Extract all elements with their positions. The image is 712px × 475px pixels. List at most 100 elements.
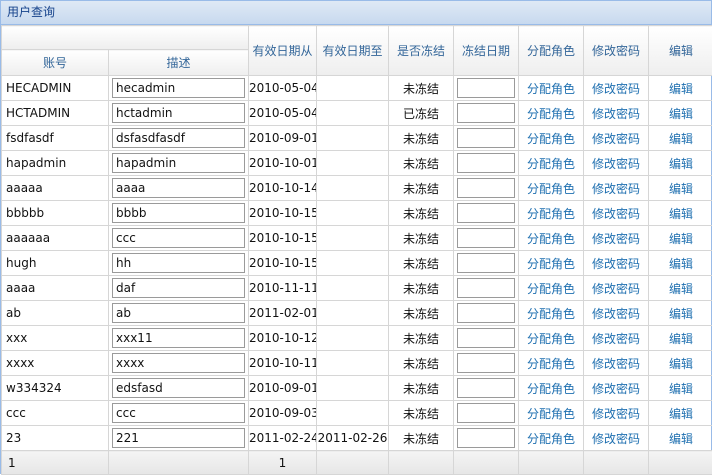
table-row[interactable]: aaaa2010-11-11未冻结分配角色修改密码编辑	[2, 276, 712, 301]
description-input[interactable]	[112, 203, 245, 223]
assign-role-link[interactable]: 分配角色	[527, 332, 575, 346]
frozen-date-input[interactable]	[457, 203, 515, 223]
frozen-date-input[interactable]	[457, 328, 515, 348]
frozen-date-input[interactable]	[457, 153, 515, 173]
edit-link[interactable]: 编辑	[669, 257, 693, 271]
description-input[interactable]	[112, 278, 245, 298]
edit-link[interactable]: 编辑	[669, 357, 693, 371]
description-input[interactable]	[112, 303, 245, 323]
change-password-link[interactable]: 修改密码	[592, 107, 640, 121]
frozen-date-input[interactable]	[457, 428, 515, 448]
change-password-link[interactable]: 修改密码	[592, 332, 640, 346]
column-header-valid-from[interactable]: 有效日期从	[249, 26, 317, 76]
description-input[interactable]	[112, 403, 245, 423]
column-header-frozen[interactable]: 是否冻结	[389, 26, 454, 76]
frozen-date-input[interactable]	[457, 353, 515, 373]
edit-link[interactable]: 编辑	[669, 107, 693, 121]
frozen-date-input[interactable]	[457, 228, 515, 248]
column-header-edit[interactable]: 编辑	[649, 26, 712, 76]
edit-link[interactable]: 编辑	[669, 132, 693, 146]
description-input[interactable]	[112, 328, 245, 348]
assign-role-link[interactable]: 分配角色	[527, 407, 575, 421]
change-password-link[interactable]: 修改密码	[592, 382, 640, 396]
assign-role-link[interactable]: 分配角色	[527, 132, 575, 146]
edit-link[interactable]: 编辑	[669, 282, 693, 296]
change-password-link[interactable]: 修改密码	[592, 282, 640, 296]
edit-link[interactable]: 编辑	[669, 382, 693, 396]
column-header-account[interactable]: 账号	[2, 50, 109, 76]
description-input[interactable]	[112, 153, 245, 173]
table-row[interactable]: 232011-02-242011-02-26未冻结分配角色修改密码编辑	[2, 426, 712, 451]
description-input[interactable]	[112, 378, 245, 398]
table-row[interactable]: fsdfasdf2010-09-01未冻结分配角色修改密码编辑	[2, 126, 712, 151]
frozen-date-input[interactable]	[457, 278, 515, 298]
table-row[interactable]: w3343242010-09-01未冻结分配角色修改密码编辑	[2, 376, 712, 401]
description-input[interactable]	[112, 128, 245, 148]
edit-link[interactable]: 编辑	[669, 332, 693, 346]
table-row[interactable]: bbbbb2010-10-15未冻结分配角色修改密码编辑	[2, 201, 712, 226]
change-password-link[interactable]: 修改密码	[592, 182, 640, 196]
table-row[interactable]: aaaaaa2010-10-15未冻结分配角色修改密码编辑	[2, 226, 712, 251]
column-header-description[interactable]: 描述	[109, 50, 249, 76]
description-input[interactable]	[112, 253, 245, 273]
assign-role-link[interactable]: 分配角色	[527, 207, 575, 221]
assign-role-link[interactable]: 分配角色	[527, 357, 575, 371]
change-password-link[interactable]: 修改密码	[592, 82, 640, 96]
change-password-link[interactable]: 修改密码	[592, 357, 640, 371]
assign-role-link[interactable]: 分配角色	[527, 182, 575, 196]
table-row[interactable]: aaaaa2010-10-14未冻结分配角色修改密码编辑	[2, 176, 712, 201]
frozen-date-input[interactable]	[457, 103, 515, 123]
assign-role-link[interactable]: 分配角色	[527, 107, 575, 121]
column-header-change-password[interactable]: 修改密码	[584, 26, 649, 76]
table-row[interactable]: hapadmin2010-10-01未冻结分配角色修改密码编辑	[2, 151, 712, 176]
frozen-date-input[interactable]	[457, 128, 515, 148]
change-password-link[interactable]: 修改密码	[592, 232, 640, 246]
change-password-link[interactable]: 修改密码	[592, 307, 640, 321]
description-input[interactable]	[112, 428, 245, 448]
assign-role-link[interactable]: 分配角色	[527, 82, 575, 96]
edit-link[interactable]: 编辑	[669, 182, 693, 196]
assign-role-link[interactable]: 分配角色	[527, 232, 575, 246]
assign-role-link[interactable]: 分配角色	[527, 157, 575, 171]
description-input[interactable]	[112, 353, 245, 373]
frozen-date-input[interactable]	[457, 403, 515, 423]
frozen-date-input[interactable]	[457, 253, 515, 273]
column-header-frozen-date[interactable]: 冻结日期	[454, 26, 519, 76]
assign-role-link[interactable]: 分配角色	[527, 307, 575, 321]
assign-role-link[interactable]: 分配角色	[527, 382, 575, 396]
change-password-link[interactable]: 修改密码	[592, 207, 640, 221]
assign-role-link[interactable]: 分配角色	[527, 257, 575, 271]
description-input[interactable]	[112, 228, 245, 248]
table-row[interactable]: ab2011-02-01未冻结分配角色修改密码编辑	[2, 301, 712, 326]
table-row[interactable]: HCTADMIN2010-05-04已冻结分配角色修改密码编辑	[2, 101, 712, 126]
change-password-link[interactable]: 修改密码	[592, 132, 640, 146]
frozen-date-input[interactable]	[457, 178, 515, 198]
description-input[interactable]	[112, 178, 245, 198]
edit-link[interactable]: 编辑	[669, 407, 693, 421]
description-input[interactable]	[112, 103, 245, 123]
frozen-date-input[interactable]	[457, 303, 515, 323]
description-input[interactable]	[112, 78, 245, 98]
change-password-link[interactable]: 修改密码	[592, 157, 640, 171]
column-header-valid-to[interactable]: 有效日期至	[317, 26, 389, 76]
table-row[interactable]: xxx2010-10-12未冻结分配角色修改密码编辑	[2, 326, 712, 351]
change-password-link[interactable]: 修改密码	[592, 407, 640, 421]
column-header-assign-role[interactable]: 分配角色	[519, 26, 584, 76]
change-password-link[interactable]: 修改密码	[592, 432, 640, 446]
edit-link[interactable]: 编辑	[669, 432, 693, 446]
table-row[interactable]: hugh2010-10-15未冻结分配角色修改密码编辑	[2, 251, 712, 276]
edit-link[interactable]: 编辑	[669, 232, 693, 246]
assign-role-link[interactable]: 分配角色	[527, 282, 575, 296]
frozen-date-input[interactable]	[457, 78, 515, 98]
edit-link[interactable]: 编辑	[669, 157, 693, 171]
edit-link[interactable]: 编辑	[669, 82, 693, 96]
table-row[interactable]: xxxx2010-10-11未冻结分配角色修改密码编辑	[2, 351, 712, 376]
frozen-date-input[interactable]	[457, 378, 515, 398]
footer-cell	[389, 451, 454, 475]
assign-role-link[interactable]: 分配角色	[527, 432, 575, 446]
table-row[interactable]: HECADMIN2010-05-04未冻结分配角色修改密码编辑	[2, 76, 712, 101]
edit-link[interactable]: 编辑	[669, 207, 693, 221]
change-password-link[interactable]: 修改密码	[592, 257, 640, 271]
table-row[interactable]: ccc2010-09-03未冻结分配角色修改密码编辑	[2, 401, 712, 426]
edit-link[interactable]: 编辑	[669, 307, 693, 321]
